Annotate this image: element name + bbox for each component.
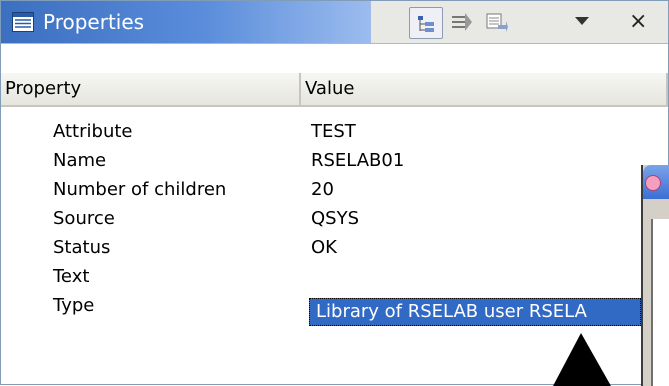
- properties-tab[interactable]: Properties: [1, 1, 371, 43]
- property-value: RSELAB01: [311, 150, 405, 171]
- property-value: 20: [311, 179, 334, 200]
- properties-view-icon: [12, 12, 34, 32]
- table-row[interactable]: Source QSYS: [1, 205, 641, 234]
- property-value: TEST: [311, 121, 356, 142]
- property-name: Source: [53, 208, 115, 229]
- property-name: Status: [53, 237, 111, 258]
- close-icon[interactable]: ×: [629, 9, 647, 34]
- view-menu-button[interactable]: [567, 7, 597, 39]
- property-name: Name: [53, 150, 107, 171]
- property-name: Attribute: [53, 121, 133, 142]
- popup-titlebar: [643, 165, 669, 199]
- filter-button[interactable]: [445, 7, 479, 39]
- property-value: QSYS: [311, 208, 360, 229]
- filter-arrows-icon: [452, 13, 472, 31]
- properties-view: Properties × Property Value Attribute TE…: [0, 0, 669, 386]
- property-name: Type: [53, 295, 95, 316]
- column-header-value[interactable]: Value: [301, 73, 668, 107]
- view-title: Properties: [43, 10, 145, 34]
- table-row[interactable]: Status OK: [1, 234, 641, 263]
- table-row[interactable]: Attribute TEST: [1, 118, 641, 147]
- popup-app-icon: [645, 175, 661, 191]
- property-name: Number of children: [53, 179, 227, 200]
- property-value: OK: [311, 237, 337, 258]
- tree-toggle-button[interactable]: [409, 7, 443, 39]
- property-name: Text: [53, 266, 90, 287]
- table-row[interactable]: Number of children 20: [1, 176, 641, 205]
- advanced-properties-button[interactable]: [480, 7, 514, 39]
- view-menu-dropdown-icon: [575, 17, 589, 25]
- table-row[interactable]: Name RSELAB01: [1, 147, 641, 176]
- table-row[interactable]: Text: [1, 263, 641, 292]
- popup-body: [651, 219, 669, 386]
- view-titlebar: Properties ×: [1, 1, 668, 44]
- tree-toggle-icon: [418, 16, 434, 32]
- selected-value-text[interactable]: Library of RSELAB user RSELA: [316, 301, 641, 322]
- advanced-properties-icon: [486, 13, 508, 32]
- pointer-arrow-icon: [553, 333, 611, 386]
- table-header: Property Value: [1, 73, 668, 109]
- column-header-property[interactable]: Property: [1, 73, 301, 107]
